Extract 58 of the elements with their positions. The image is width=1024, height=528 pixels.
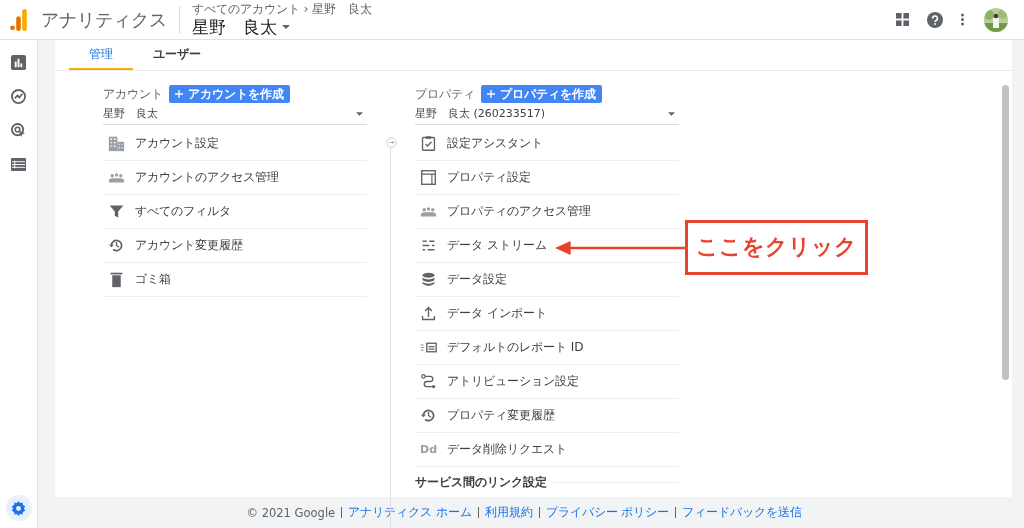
menu-item[interactable]: データ設定: [415, 263, 679, 297]
section-heading: サービス間のリンク設定: [415, 473, 547, 491]
create-property-button[interactable]: プロパティを作成: [481, 85, 602, 103]
upload-icon: [420, 305, 437, 322]
dropdown-caret-icon: [668, 111, 675, 116]
property-selector[interactable]: 星野 良太 (260233517): [415, 103, 679, 125]
history-icon: [108, 237, 125, 254]
footer-link[interactable]: フィードバックを送信: [682, 505, 803, 520]
list-icon[interactable]: [10, 156, 27, 172]
bar-chart-icon[interactable]: [10, 54, 27, 70]
menu-item[interactable]: アカウント設定: [103, 127, 367, 161]
building-icon: [108, 135, 125, 152]
footer-link[interactable]: 利用規約: [484, 505, 533, 520]
trend-icon[interactable]: [10, 88, 27, 104]
column-heading: プロパティ: [415, 85, 475, 103]
menu-item[interactable]: プロパティ変更履歴: [415, 399, 679, 433]
menu-item[interactable]: アカウント変更履歴: [103, 229, 367, 263]
menu-item[interactable]: ゴミ箱: [103, 263, 367, 297]
tab[interactable]: ユーザー: [133, 40, 221, 70]
menu-item[interactable]: すべてのフィルタ: [103, 195, 367, 229]
caret-icon: [282, 25, 290, 30]
settings-icon[interactable]: [5, 495, 32, 521]
attribution-icon: [420, 373, 437, 390]
menu-item[interactable]: プロパティのアクセス管理: [415, 195, 679, 229]
history-icon: [420, 407, 437, 424]
footer-link[interactable]: プライバシー ポリシー: [545, 505, 670, 520]
column-heading: アカウント: [103, 85, 163, 103]
cursor-icon[interactable]: [10, 122, 27, 138]
more-options-icon[interactable]: [961, 13, 964, 26]
scrollbar-thumb[interactable]: [1002, 85, 1009, 380]
account-picker[interactable]: 星野 良太: [192, 16, 372, 36]
breadcrumb[interactable]: すべてのアカウント › 星野 良太: [192, 3, 372, 17]
menu-item[interactable]: Dd データ削除リクエスト: [415, 433, 679, 467]
plus-icon: [175, 90, 183, 98]
tab[interactable]: 管理: [69, 40, 133, 70]
filter-icon: [108, 203, 125, 220]
dd-icon: Dd: [420, 443, 437, 456]
menu-item[interactable]: アカウントのアクセス管理: [103, 161, 367, 195]
database-icon: [420, 271, 437, 288]
copyright: © 2021 Google: [246, 505, 336, 520]
menu-item[interactable]: デフォルトのレポート ID: [415, 331, 679, 365]
callout-label: ここをクリック: [685, 220, 868, 275]
app-name: アナリティクス: [41, 7, 167, 32]
menu-item[interactable]: データ インポート: [415, 297, 679, 331]
account-selector[interactable]: 星野 良太: [103, 103, 367, 125]
stream-icon: [420, 237, 437, 254]
create-account-button[interactable]: アカウントを作成: [169, 85, 290, 103]
menu-item[interactable]: アトリビューション設定: [415, 365, 679, 399]
apps-grid-icon[interactable]: [896, 13, 909, 26]
dropdown-caret-icon: [356, 111, 363, 116]
layout-icon: [420, 169, 437, 186]
menu-item[interactable]: プロパティ設定: [415, 161, 679, 195]
checklist-icon: [420, 135, 437, 152]
analytics-logo-icon: [9, 8, 28, 31]
help-icon[interactable]: [927, 11, 943, 28]
menu-item[interactable]: 設定アシスタント: [415, 127, 679, 161]
plus-icon: [487, 90, 495, 98]
trash-icon: [108, 271, 125, 288]
